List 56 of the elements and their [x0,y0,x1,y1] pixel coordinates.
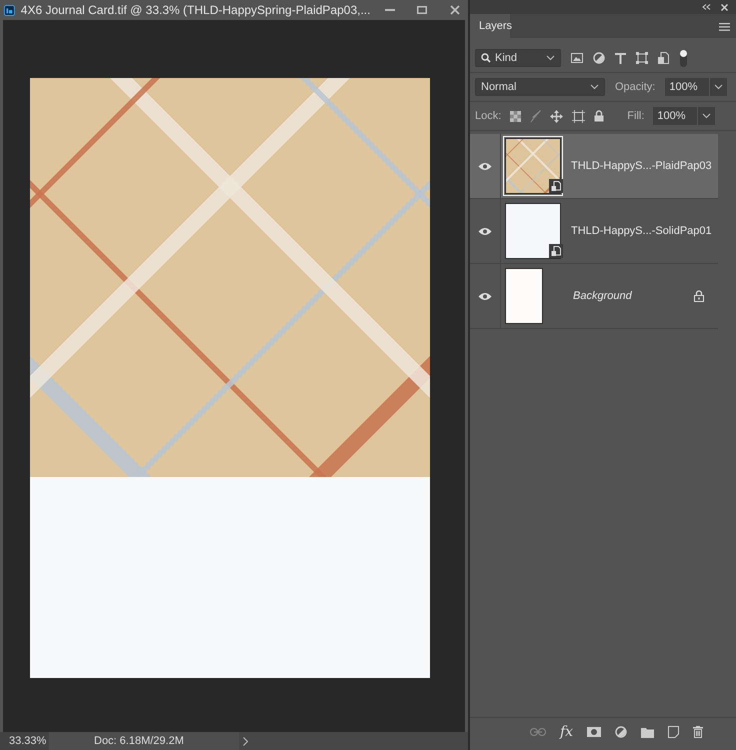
menu-icon[interactable] [719,23,730,31]
mask-icon[interactable] [587,727,602,737]
zoom-level[interactable]: 33.33% [0,732,49,750]
opacity-field[interactable]: 100% [665,78,710,96]
eye-icon[interactable] [478,162,492,170]
eye-icon[interactable] [478,226,492,236]
layer-name: THLD-HappyS...-PlaidPap03 [571,160,713,172]
trash-icon[interactable] [693,726,704,738]
layer-thumbnail [505,203,561,259]
type-filter-icon[interactable] [615,52,626,64]
new-layer-icon[interactable] [668,726,680,738]
adjustment-icon[interactable] [615,726,628,738]
adjustment-filter-icon[interactable] [593,52,605,64]
opacity-label: Opacity: [615,81,656,93]
chevron-right-icon[interactable] [243,736,248,746]
lock-label: Lock: [475,110,502,122]
blend-mode-dropdown[interactable]: Normal [475,78,605,96]
filter-dropdown[interactable]: Kind [475,49,561,67]
lock-transparency-icon[interactable] [510,110,522,122]
move-icon[interactable] [550,110,564,122]
window-title: 4X6 Journal Card.tif @ 33.3% (THLD-HappySpring-PlaidPap03,... [20,3,370,17]
minimize-icon[interactable] [384,9,395,11]
layer-row[interactable]: THLD-HappyS...-PlaidPap03 [470,134,718,199]
caret-icon [714,84,724,90]
opacity-dropdown[interactable] [710,78,728,96]
layer-row[interactable]: THLD-HappyS...-SolidPap01 [470,199,718,264]
document-size: Doc: 6.18M/29.2M [49,732,239,750]
layer-name: Background [573,290,633,302]
folder-icon[interactable] [641,726,654,738]
caret-icon [702,113,712,119]
smart-object-filter-icon[interactable] [658,52,669,64]
search-icon [481,53,491,63]
maximize-icon[interactable] [417,6,428,14]
artboard-icon[interactable] [572,110,586,122]
layer-name: THLD-HappyS...-SolidPap01 [571,225,713,237]
smart-object-icon [549,179,563,193]
lock-icon [694,290,704,302]
smart-object-icon [549,244,563,258]
image-filter-icon[interactable] [571,53,583,63]
layer-row[interactable]: Background [470,264,718,329]
layer-style-button[interactable]: fx [560,724,574,740]
shape-filter-icon[interactable] [636,52,648,64]
fill-dropdown[interactable] [698,107,716,125]
filter-toggle[interactable] [679,48,688,68]
collapse-icon[interactable] [702,4,711,10]
lock-icon[interactable] [594,110,604,122]
close-icon[interactable] [721,4,728,10]
caret-icon [546,55,555,61]
fill-field[interactable]: 100% [653,107,698,125]
caret-icon [590,84,599,90]
close-icon[interactable] [450,5,460,15]
app-icon [4,4,15,16]
fill-label: Fill: [627,110,644,122]
eye-icon[interactable] [478,292,492,300]
layers-tab[interactable]: Layers [470,14,510,38]
layer-thumbnail [505,268,543,324]
